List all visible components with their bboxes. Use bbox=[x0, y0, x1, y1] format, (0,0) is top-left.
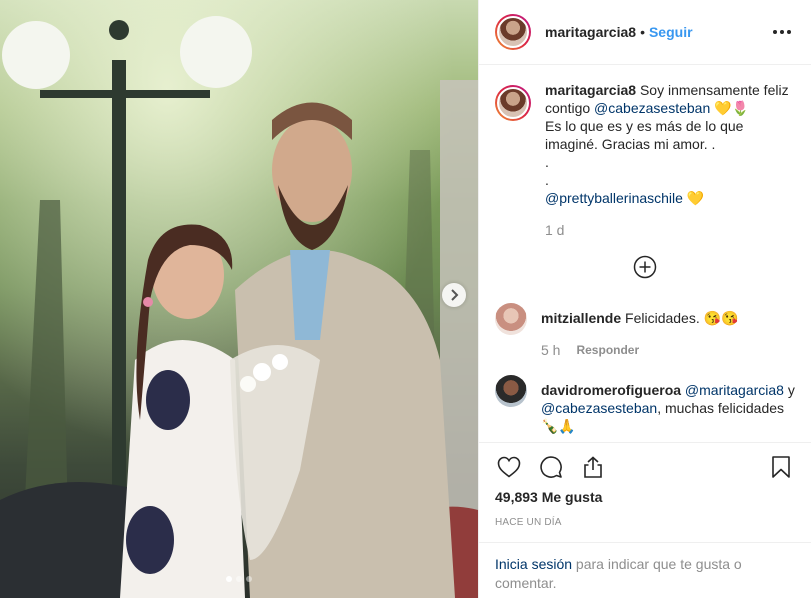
plus-circle-icon bbox=[633, 255, 657, 279]
carousel-indicator bbox=[226, 576, 252, 582]
caption-dot: . bbox=[545, 154, 549, 170]
caption-username[interactable]: maritagarcia8 bbox=[545, 82, 636, 98]
share-button[interactable] bbox=[579, 453, 607, 481]
post-actions: 49,893 Me gusta HACE UN DÍA bbox=[479, 442, 811, 542]
caption-dot: . bbox=[545, 172, 549, 188]
instagram-post-view: maritagarcia8 • Seguir maritagarcia8 Soy… bbox=[0, 0, 811, 598]
carousel-dot bbox=[226, 576, 232, 582]
comment-username[interactable]: davidromerofigueroa bbox=[541, 382, 681, 398]
caption-emojis: 💛 bbox=[686, 190, 705, 206]
save-button[interactable] bbox=[767, 453, 795, 481]
caption-line2: Es lo que es y es más de lo que imaginé.… bbox=[545, 118, 744, 152]
mention-link[interactable]: @cabezasesteban bbox=[594, 100, 710, 116]
avatar[interactable] bbox=[495, 303, 527, 335]
caption-meta: 1 d bbox=[545, 221, 795, 239]
post-header: maritagarcia8 • Seguir bbox=[479, 0, 811, 65]
mention-link[interactable]: @prettyballerinaschile bbox=[545, 190, 683, 206]
comment-meta: 5 h Responder bbox=[541, 341, 795, 359]
like-button[interactable] bbox=[495, 453, 523, 481]
comment-conjunction: y bbox=[787, 382, 795, 398]
separator-dot: • bbox=[640, 24, 645, 40]
caption-text: maritagarcia8 Soy inmensamente feliz con… bbox=[545, 81, 795, 207]
caption-timestamp[interactable]: 1 d bbox=[545, 221, 564, 239]
likes-count[interactable]: 49,893 Me gusta bbox=[495, 489, 795, 505]
mention-link[interactable]: @cabezasesteban bbox=[541, 400, 657, 416]
heart-icon bbox=[497, 456, 521, 478]
caption: maritagarcia8 Soy inmensamente feliz con… bbox=[495, 81, 795, 239]
more-options-icon[interactable] bbox=[769, 26, 795, 38]
login-link[interactable]: Inicia sesión bbox=[495, 556, 572, 572]
comments-list[interactable]: maritagarcia8 Soy inmensamente feliz con… bbox=[479, 65, 811, 442]
comment-icon bbox=[540, 456, 562, 478]
bookmark-icon bbox=[772, 456, 790, 478]
post-date[interactable]: HACE UN DÍA bbox=[495, 517, 795, 528]
chevron-right-icon bbox=[451, 289, 459, 301]
post-side-panel: maritagarcia8 • Seguir maritagarcia8 Soy… bbox=[478, 0, 811, 598]
carousel-dot bbox=[236, 576, 242, 582]
action-icons-row bbox=[495, 443, 795, 491]
follow-button[interactable]: Seguir bbox=[649, 24, 693, 40]
load-more-comments-button[interactable] bbox=[495, 255, 795, 279]
carousel-dot bbox=[246, 576, 252, 582]
comment-username[interactable]: mitziallende bbox=[541, 310, 621, 326]
comment: mitziallende Felicidades. 😘😘 5 h Respond… bbox=[495, 303, 795, 359]
carousel-next-button[interactable] bbox=[442, 283, 466, 307]
post-author-username[interactable]: maritagarcia8 bbox=[545, 24, 636, 40]
comment-text: Felicidades. 😘😘 bbox=[625, 310, 739, 326]
post-photo[interactable] bbox=[0, 0, 478, 598]
avatar[interactable] bbox=[495, 375, 527, 407]
mention-link[interactable]: @maritagarcia8 bbox=[685, 382, 784, 398]
comment-button[interactable] bbox=[537, 453, 565, 481]
caption-emojis: 💛🌷 bbox=[714, 100, 749, 116]
login-prompt: Inicia sesión para indicar que te gusta … bbox=[479, 542, 811, 598]
avatar[interactable] bbox=[495, 14, 531, 50]
couple-photo-illustration bbox=[0, 0, 478, 598]
reply-button[interactable]: Responder bbox=[576, 341, 639, 359]
comment: davidromerofigueroa @maritagarcia8 y @ca… bbox=[495, 375, 795, 435]
share-icon bbox=[584, 456, 602, 478]
comment-timestamp[interactable]: 5 h bbox=[541, 341, 560, 359]
avatar[interactable] bbox=[495, 85, 531, 121]
